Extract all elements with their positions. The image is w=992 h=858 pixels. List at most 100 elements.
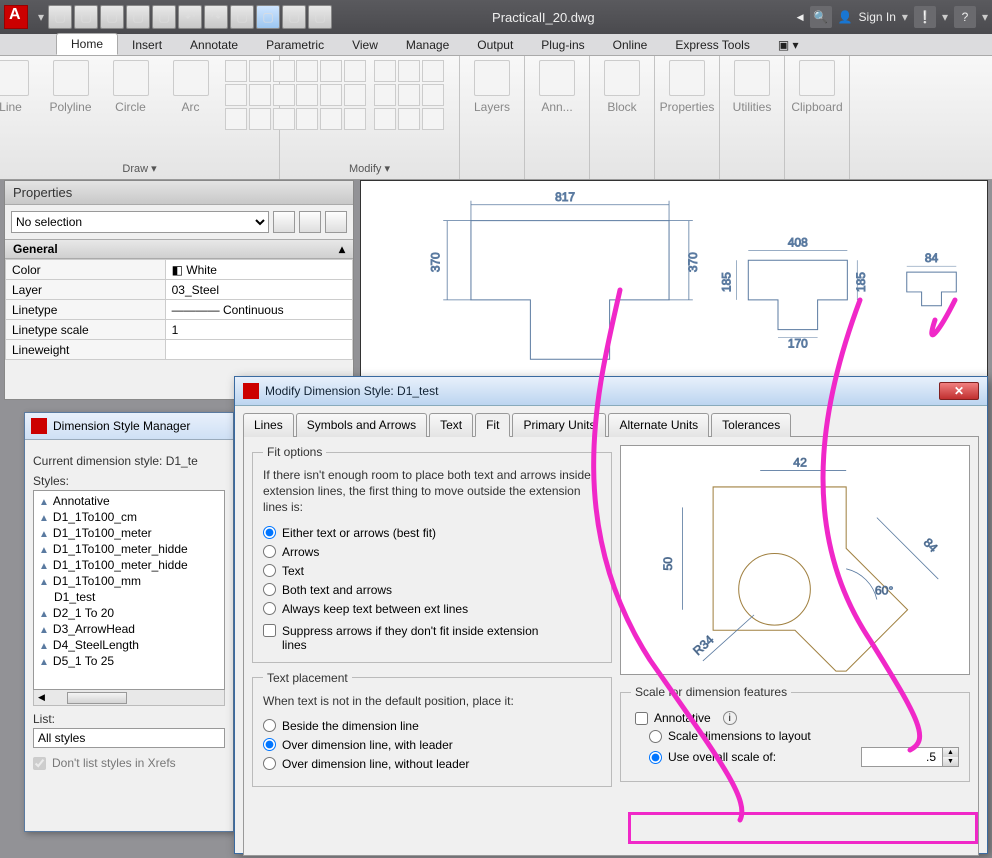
overall-scale-input[interactable] bbox=[862, 748, 942, 766]
help-icon[interactable]: ? bbox=[954, 6, 976, 28]
style-preview: 42 50 84 60° R34 bbox=[620, 445, 970, 675]
category-general[interactable]: General▴ bbox=[5, 239, 353, 259]
list-item: ▲D1_1To100_meter_hidde bbox=[36, 541, 222, 557]
qat-btn-10[interactable]: ▢ bbox=[282, 5, 306, 29]
styles-listbox[interactable]: ▲Annotative ▲D1_1To100_cm ▲D1_1To100_met… bbox=[33, 490, 225, 690]
tab-parametric[interactable]: Parametric bbox=[252, 35, 338, 55]
list-filter-input[interactable] bbox=[33, 728, 225, 748]
list-item: ▲D1_1To100_mm bbox=[36, 573, 222, 589]
panel-label-draw[interactable]: Draw ▾ bbox=[122, 159, 156, 177]
spin-down-icon[interactable]: ▼ bbox=[943, 757, 958, 766]
fit-radio-text[interactable] bbox=[263, 564, 276, 577]
modify-grid-2[interactable] bbox=[374, 60, 444, 130]
close-button[interactable]: ✕ bbox=[939, 382, 979, 400]
utilities-button[interactable]: Utilities bbox=[726, 60, 778, 114]
qat-redo-icon[interactable]: ↷ bbox=[204, 5, 228, 29]
tab-plugins[interactable]: Plug-ins bbox=[527, 35, 598, 55]
select-objects-icon[interactable] bbox=[299, 211, 321, 233]
drawing-area[interactable]: 817 370 370 408 185 185 170 84 bbox=[360, 180, 988, 390]
fit-radio-arrows[interactable] bbox=[263, 545, 276, 558]
properties-palette: Properties No selection General▴ Color◧ … bbox=[4, 180, 354, 400]
tab-text[interactable]: Text bbox=[429, 413, 473, 437]
circle-button[interactable]: Circle bbox=[105, 60, 157, 114]
annotation-button[interactable]: Ann... bbox=[531, 60, 583, 114]
horizontal-scrollbar[interactable]: ◀ bbox=[33, 690, 225, 706]
block-button[interactable]: Block bbox=[596, 60, 648, 114]
overall-scale-spinner[interactable]: ▲▼ bbox=[861, 747, 959, 767]
table-row: Linetype scale1 bbox=[6, 320, 353, 340]
search-icon[interactable]: 🔍 bbox=[810, 6, 832, 28]
panel-label-modify[interactable]: Modify ▾ bbox=[349, 159, 390, 177]
current-style-label: Current dimension style: D1_te bbox=[33, 454, 225, 468]
table-row: Layer03_Steel bbox=[6, 280, 353, 300]
qat-btn-11[interactable]: ▢ bbox=[308, 5, 332, 29]
tab-lines[interactable]: Lines bbox=[243, 413, 294, 437]
fit-radio-bestfit[interactable] bbox=[263, 526, 276, 539]
svg-text:84: 84 bbox=[921, 535, 941, 555]
qat-print-icon[interactable]: ▢ bbox=[126, 5, 150, 29]
tab-fit[interactable]: Fit bbox=[475, 413, 510, 437]
tab-home[interactable]: Home bbox=[56, 33, 118, 55]
qat-btn-8[interactable]: ▢ bbox=[230, 5, 254, 29]
sign-in-link[interactable]: Sign In bbox=[859, 10, 896, 24]
ribbon-tabs: Home Insert Annotate Parametric View Man… bbox=[0, 34, 992, 56]
layers-button[interactable]: Layers bbox=[466, 60, 518, 114]
table-row: Color◧ White bbox=[6, 260, 353, 280]
tab-output[interactable]: Output bbox=[463, 35, 527, 55]
scale-radio-overall[interactable] bbox=[649, 751, 662, 764]
scale-radio-layout[interactable] bbox=[649, 730, 662, 743]
tab-overflow[interactable]: ▣ ▾ bbox=[764, 35, 813, 55]
qat-print2-icon[interactable]: ▢ bbox=[152, 5, 176, 29]
properties-button[interactable]: Properties bbox=[661, 60, 713, 114]
tab-manage[interactable]: Manage bbox=[392, 35, 463, 55]
fit-radio-always[interactable] bbox=[263, 602, 276, 615]
dimension-style-manager-dialog: Dimension Style Manager Current dimensio… bbox=[24, 412, 234, 832]
arc-button[interactable]: Arc bbox=[165, 60, 217, 114]
styles-label: Styles: bbox=[33, 474, 225, 488]
quick-select-icon[interactable] bbox=[273, 211, 295, 233]
dsm-title-bar[interactable]: Dimension Style Manager bbox=[25, 413, 233, 440]
selection-dropdown[interactable]: No selection bbox=[11, 211, 269, 233]
svg-text:185: 185 bbox=[719, 272, 733, 292]
table-row: Lineweight bbox=[6, 340, 353, 360]
polyline-button[interactable]: Polyline bbox=[45, 60, 97, 114]
svg-text:170: 170 bbox=[788, 336, 808, 350]
tab-express[interactable]: Express Tools bbox=[661, 35, 763, 55]
suppress-arrows-checkbox[interactable] bbox=[263, 624, 276, 637]
qat-open-icon[interactable]: ▢ bbox=[74, 5, 98, 29]
tab-insert[interactable]: Insert bbox=[118, 35, 176, 55]
info-icon[interactable]: ❕ bbox=[914, 6, 936, 28]
fit-radio-both[interactable] bbox=[263, 583, 276, 596]
document-title: PracticalI_20.dwg bbox=[492, 10, 797, 25]
line-button[interactable]: Line bbox=[0, 60, 37, 114]
tab-symbols[interactable]: Symbols and Arrows bbox=[296, 413, 427, 437]
tab-tolerances[interactable]: Tolerances bbox=[711, 413, 791, 437]
tab-annotate[interactable]: Annotate bbox=[176, 35, 252, 55]
app-logo[interactable] bbox=[4, 5, 28, 29]
tp-radio-over-noleader[interactable] bbox=[263, 757, 276, 770]
properties-table: Color◧ White Layer03_Steel Linetype———— … bbox=[5, 259, 353, 360]
tp-legend: Text placement bbox=[263, 671, 352, 685]
tab-primary-units[interactable]: Primary Units bbox=[512, 413, 606, 437]
annotative-checkbox[interactable] bbox=[635, 712, 648, 725]
qat-new-icon[interactable]: ▢ bbox=[48, 5, 72, 29]
toggle-pickfirst-icon[interactable] bbox=[325, 211, 347, 233]
mds-title-bar[interactable]: Modify Dimension Style: D1_test ✕ bbox=[235, 377, 987, 406]
tp-radio-over-leader[interactable] bbox=[263, 738, 276, 751]
tp-radio-beside[interactable] bbox=[263, 719, 276, 732]
fit-desc: If there isn't enough room to place both… bbox=[263, 467, 601, 516]
modify-grid-1[interactable] bbox=[296, 60, 366, 130]
info-icon[interactable]: i bbox=[723, 711, 737, 725]
qat-btn-9[interactable]: ▢ bbox=[256, 5, 280, 29]
qat-save-icon[interactable]: ▢ bbox=[100, 5, 124, 29]
tab-online[interactable]: Online bbox=[599, 35, 662, 55]
clipboard-button[interactable]: Clipboard bbox=[791, 60, 843, 114]
spin-up-icon[interactable]: ▲ bbox=[943, 748, 958, 757]
qat-undo-icon[interactable]: ↶ bbox=[178, 5, 202, 29]
tab-view[interactable]: View bbox=[338, 35, 392, 55]
modify-dim-style-dialog: Modify Dimension Style: D1_test ✕ Lines … bbox=[234, 376, 988, 854]
table-row: Linetype———— Continuous bbox=[6, 300, 353, 320]
tab-alternate-units[interactable]: Alternate Units bbox=[608, 413, 709, 437]
xref-checkbox[interactable] bbox=[33, 757, 46, 770]
list-item: ▲D1_1To100_meter bbox=[36, 525, 222, 541]
